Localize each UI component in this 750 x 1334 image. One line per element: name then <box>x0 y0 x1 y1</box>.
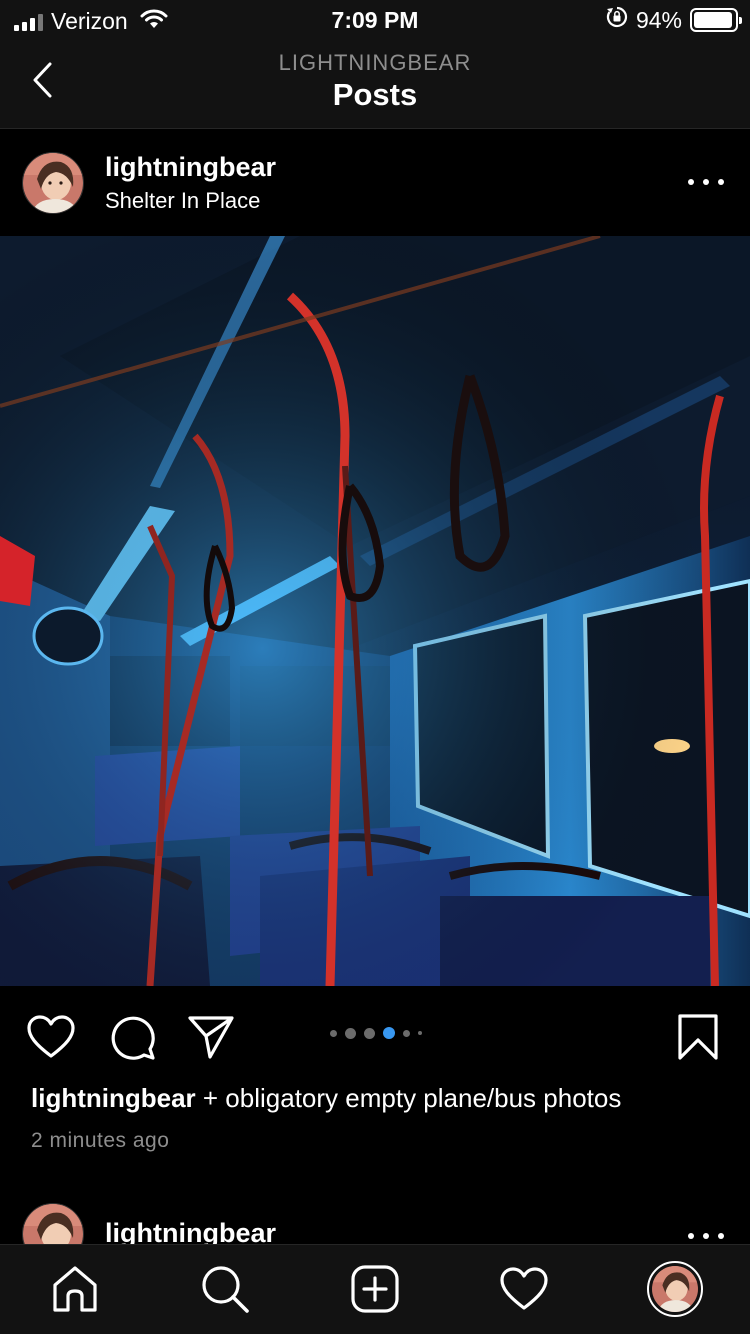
battery-percent: 94% <box>635 6 682 33</box>
share-icon <box>188 1016 234 1059</box>
post-location[interactable]: Shelter In Place <box>105 188 260 214</box>
more-options-icon[interactable] <box>688 170 724 194</box>
post-timestamp: 2 minutes ago <box>31 1129 170 1152</box>
bus-interior-photo <box>0 236 750 986</box>
status-bar: Verizon 7:09 PM 94% <box>0 0 750 40</box>
caption-username[interactable]: lightningbear <box>31 1083 196 1113</box>
carousel-dot <box>383 1027 395 1039</box>
wifi-icon <box>140 9 168 34</box>
post-photo[interactable] <box>0 236 750 986</box>
heart-icon <box>27 1015 75 1058</box>
comment-button[interactable] <box>107 1012 157 1062</box>
carousel-dot <box>403 1029 410 1037</box>
post-username[interactable]: lightningbear <box>105 152 276 183</box>
home-icon <box>53 1266 97 1312</box>
tab-home[interactable] <box>49 1263 101 1315</box>
search-icon <box>202 1266 249 1313</box>
carousel-dot <box>345 1027 356 1039</box>
tab-new-post[interactable] <box>349 1263 401 1315</box>
navigation-header: LIGHTNINGBEAR Posts <box>0 40 750 129</box>
signal-icon <box>14 13 43 31</box>
bookmark-icon <box>678 1014 718 1060</box>
profile-avatar <box>652 1266 698 1312</box>
new-post-icon <box>351 1265 399 1313</box>
page-title: Posts <box>332 77 418 112</box>
post-username[interactable]: lightningbear <box>105 1218 276 1244</box>
avatar[interactable] <box>22 1203 84 1244</box>
carousel-indicator <box>330 1027 422 1039</box>
like-button[interactable] <box>26 1012 76 1062</box>
next-post-header: lightningbear <box>0 1196 750 1244</box>
save-button[interactable] <box>673 1012 723 1062</box>
more-options-icon[interactable] <box>688 1224 724 1244</box>
tab-bar <box>0 1244 750 1334</box>
tab-activity[interactable] <box>498 1263 550 1315</box>
caption-text: + obligatory empty plane/bus photos <box>195 1083 622 1113</box>
post-caption: lightningbear + obligatory empty plane/b… <box>31 1083 621 1114</box>
post-header: lightningbear Shelter In Place <box>0 130 750 236</box>
status-left: Verizon <box>14 8 168 35</box>
tab-profile[interactable] <box>647 1261 703 1317</box>
activity-icon <box>500 1267 548 1310</box>
avatar[interactable] <box>22 152 84 214</box>
comment-icon <box>111 1016 155 1060</box>
profile-username-heading: LIGHTNINGBEAR <box>278 50 472 75</box>
battery-icon <box>690 8 742 32</box>
orientation-lock-icon <box>606 6 628 34</box>
carousel-dot <box>364 1027 375 1039</box>
carousel-dot <box>418 1031 422 1035</box>
carrier-name: Verizon <box>51 8 128 34</box>
battery-fill <box>694 12 732 28</box>
status-right: 94% <box>606 6 742 34</box>
carousel-dot <box>330 1029 337 1037</box>
share-button[interactable] <box>186 1012 236 1062</box>
tab-search[interactable] <box>199 1263 251 1315</box>
